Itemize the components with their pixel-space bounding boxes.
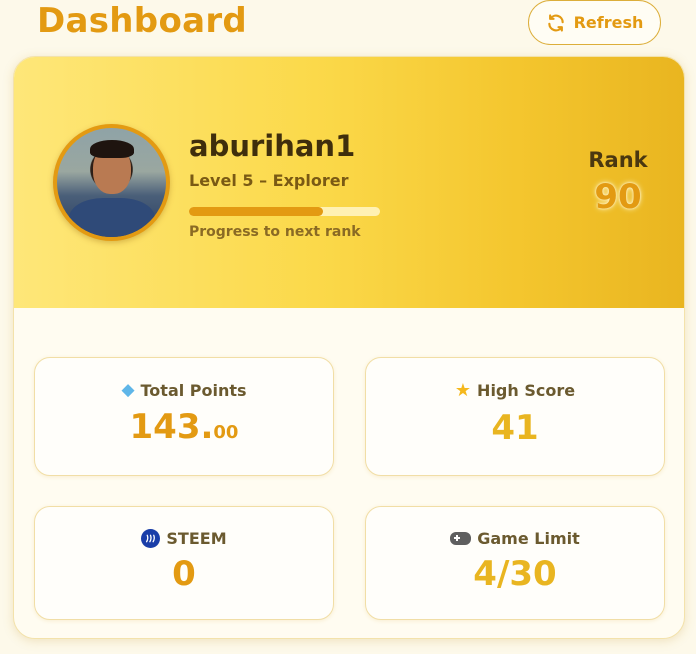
rank-label: Rank bbox=[588, 148, 648, 172]
dashboard-card: aburihan1 Level 5 – Explorer Progress to… bbox=[13, 56, 685, 639]
steem-value: 0 bbox=[172, 554, 196, 594]
avatar-photo bbox=[57, 128, 166, 237]
game-limit-card: Game Limit 4/30 bbox=[365, 506, 665, 620]
game-limit-value: 4/30 bbox=[473, 554, 557, 594]
game-limit-title: Game Limit bbox=[477, 529, 580, 548]
total-points-title: Total Points bbox=[140, 380, 247, 400]
steem-title: STEEM bbox=[166, 529, 227, 548]
rank-progress-fill bbox=[189, 207, 323, 216]
total-points-value: 143.00 bbox=[129, 407, 239, 447]
progress-label: Progress to next rank bbox=[189, 224, 361, 240]
total-points-card: ◆ Total Points 143.00 bbox=[34, 357, 334, 476]
steem-card: STEEM 0 bbox=[34, 506, 334, 620]
refresh-icon bbox=[547, 13, 564, 32]
rank-value: 90 bbox=[594, 177, 642, 217]
page-title: Dashboard bbox=[37, 1, 248, 41]
star-icon: ★ bbox=[454, 380, 472, 401]
username: aburihan1 bbox=[189, 129, 356, 163]
high-score-card: ★ High Score 41 bbox=[365, 357, 665, 476]
gamepad-icon bbox=[450, 532, 472, 545]
high-score-title: High Score bbox=[477, 381, 576, 400]
refresh-button[interactable]: Refresh bbox=[528, 0, 661, 45]
level-text: Level 5 – Explorer bbox=[189, 171, 349, 190]
steem-icon bbox=[141, 529, 161, 548]
profile-hero: aburihan1 Level 5 – Explorer Progress to… bbox=[14, 57, 684, 308]
avatar bbox=[53, 124, 170, 241]
rank-progress-bar bbox=[189, 207, 380, 216]
high-score-value: 41 bbox=[491, 408, 539, 448]
refresh-label: Refresh bbox=[573, 13, 644, 32]
gem-icon: ◆ bbox=[121, 380, 135, 400]
